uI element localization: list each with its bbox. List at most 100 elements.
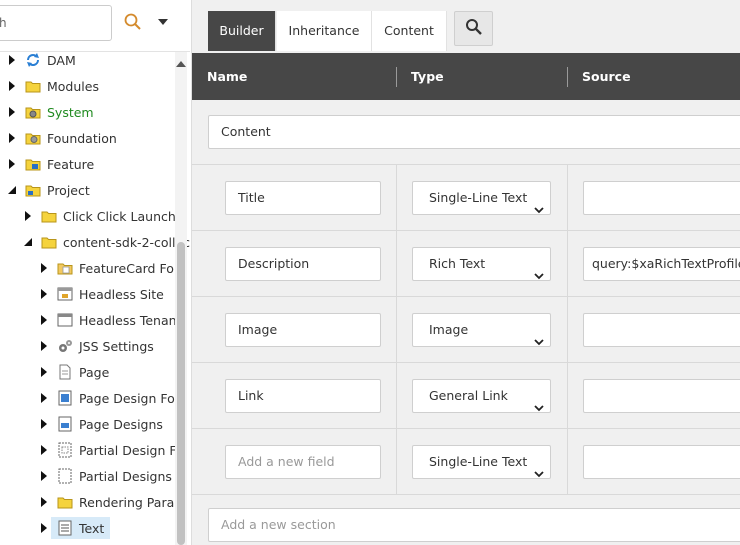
tree-item-rendering-param[interactable]: Rendering Param bbox=[37, 490, 190, 514]
tree-item-page-designs[interactable]: Page Designs bbox=[37, 412, 169, 436]
field-row: Image Image bbox=[192, 296, 740, 363]
tree-item-body[interactable]: Page Design Fold bbox=[51, 387, 190, 409]
collapsed-arrow-icon[interactable] bbox=[5, 100, 19, 124]
tree-item-body[interactable]: FeatureCard Fold bbox=[51, 257, 190, 279]
expanded-arrow-icon[interactable] bbox=[5, 178, 19, 202]
tree-item-label: Rendering Param bbox=[79, 494, 187, 510]
field-type-select[interactable]: Rich Text bbox=[412, 247, 551, 281]
tree-item-body[interactable]: Project bbox=[19, 179, 96, 201]
tree-item-project[interactable]: Project bbox=[5, 178, 96, 202]
tree-item-partial-designs[interactable]: Partial Designs bbox=[37, 464, 178, 488]
tree-item-body[interactable]: Click Click Launch bbox=[35, 205, 182, 227]
folder-icon bbox=[41, 208, 57, 224]
field-source-input[interactable]: query:$xaRichTextProfile bbox=[583, 247, 740, 281]
collapsed-arrow-icon[interactable] bbox=[37, 282, 51, 306]
field-source-input[interactable] bbox=[583, 313, 740, 347]
tree-item-body[interactable]: Foundation bbox=[19, 127, 123, 149]
tree-item-content-sdk-2-collec[interactable]: content-sdk-2-collec bbox=[21, 230, 190, 254]
tree-item-page[interactable]: Page bbox=[37, 360, 115, 384]
tree-item-headless-site[interactable]: Headless Site bbox=[37, 282, 170, 306]
collapsed-arrow-icon[interactable] bbox=[5, 52, 19, 72]
field-row: Description Rich Text query:$xaRichTextPro… bbox=[192, 230, 740, 297]
tree-item-body[interactable]: System bbox=[19, 101, 100, 123]
expanded-arrow-icon[interactable] bbox=[21, 230, 35, 254]
collapsed-arrow-icon[interactable] bbox=[37, 256, 51, 280]
tree-item-body[interactable]: DAM bbox=[19, 52, 82, 71]
collapsed-arrow-icon[interactable] bbox=[37, 464, 51, 488]
search-icon[interactable] bbox=[123, 12, 143, 32]
collapsed-arrow-icon[interactable] bbox=[37, 490, 51, 514]
tree-item-jss-settings[interactable]: JSS Settings bbox=[37, 334, 160, 358]
collapsed-arrow-icon[interactable] bbox=[37, 386, 51, 410]
tree-item-body[interactable]: Modules bbox=[19, 75, 105, 97]
collapsed-arrow-icon[interactable] bbox=[37, 516, 51, 540]
tree-item-body[interactable]: content-sdk-2-collec bbox=[35, 231, 190, 253]
gears-icon bbox=[57, 338, 73, 354]
tree-item-partial-design-fol[interactable]: Partial Design Fol bbox=[37, 438, 190, 462]
tree-item-body[interactable]: Text bbox=[51, 517, 111, 539]
field-type-select[interactable]: Single-Line Text bbox=[412, 445, 551, 479]
search-options-dropdown-icon[interactable] bbox=[157, 16, 169, 26]
scrollbar-thumb[interactable] bbox=[177, 242, 185, 545]
field-source-input[interactable] bbox=[583, 379, 740, 413]
collapsed-arrow-icon[interactable] bbox=[37, 412, 51, 436]
tree-search-input[interactable]: h bbox=[0, 5, 112, 41]
field-name-input[interactable]: Link bbox=[225, 379, 381, 413]
field-name-input[interactable]: Title bbox=[225, 181, 381, 215]
tree-item-body[interactable]: Headless Tenant bbox=[51, 309, 187, 331]
tree-item-foundation[interactable]: Foundation bbox=[5, 126, 123, 150]
editor-search-button[interactable] bbox=[454, 11, 493, 46]
tree-search-bar: h bbox=[0, 0, 190, 52]
collapsed-arrow-icon[interactable] bbox=[5, 126, 19, 150]
tree-item-body[interactable]: JSS Settings bbox=[51, 335, 160, 357]
add-new-section-input[interactable]: Add a new section bbox=[208, 508, 740, 542]
partial-design-folder-icon bbox=[57, 442, 73, 458]
chevron-down-icon bbox=[534, 326, 544, 346]
field-name-input[interactable]: Description bbox=[225, 247, 381, 281]
tree-item-system[interactable]: System bbox=[5, 100, 100, 124]
tree-item-body[interactable]: Page Designs bbox=[51, 413, 169, 435]
tree-item-body[interactable]: Partial Designs bbox=[51, 465, 178, 487]
tab-builder[interactable]: Builder bbox=[208, 11, 276, 51]
page-designs-icon bbox=[57, 416, 73, 432]
field-type-select[interactable]: Image bbox=[412, 313, 551, 347]
tree-scrollbar[interactable] bbox=[175, 52, 187, 545]
collapsed-arrow-icon[interactable] bbox=[37, 360, 51, 384]
tree-item-click-click-launch[interactable]: Click Click Launch bbox=[21, 204, 182, 228]
field-type-select[interactable]: Single-Line Text bbox=[412, 181, 551, 215]
field-source-input[interactable] bbox=[583, 181, 740, 215]
tree-item-body[interactable]: Rendering Param bbox=[51, 491, 190, 513]
tree-item-body[interactable]: Feature bbox=[19, 153, 100, 175]
collapsed-arrow-icon[interactable] bbox=[21, 204, 35, 228]
tree-item-featurecard-fold[interactable]: FeatureCard Fold bbox=[37, 256, 190, 280]
collapsed-arrow-icon[interactable] bbox=[37, 438, 51, 462]
tree-scroll-area: DAM Modules System Foundation Feature Project… bbox=[0, 52, 190, 545]
collapsed-arrow-icon[interactable] bbox=[5, 74, 19, 98]
search-icon bbox=[465, 18, 483, 39]
tab-content[interactable]: Content bbox=[372, 11, 447, 51]
tree-item-headless-tenant[interactable]: Headless Tenant bbox=[37, 308, 187, 332]
add-new-field-input[interactable]: Add a new field bbox=[225, 445, 381, 479]
tree-item-body[interactable]: Partial Design Fol bbox=[51, 439, 190, 461]
tree-item-body[interactable]: Headless Site bbox=[51, 283, 170, 305]
tree-item-dam[interactable]: DAM bbox=[5, 52, 82, 72]
collapsed-arrow-icon[interactable] bbox=[5, 152, 19, 176]
scroll-up-arrow-icon[interactable] bbox=[176, 57, 186, 67]
section-name-input[interactable]: Content bbox=[208, 115, 740, 149]
field-source-input[interactable] bbox=[583, 445, 740, 479]
tree-item-modules[interactable]: Modules bbox=[5, 74, 105, 98]
dam-sync-icon bbox=[25, 52, 41, 68]
tree-item-feature[interactable]: Feature bbox=[5, 152, 100, 176]
tree-item-label: Partial Designs bbox=[79, 468, 172, 484]
collapsed-arrow-icon[interactable] bbox=[37, 308, 51, 332]
field-type-value: Single-Line Text bbox=[429, 454, 528, 469]
field-name-input[interactable]: Image bbox=[225, 313, 381, 347]
field-type-select[interactable]: General Link bbox=[412, 379, 551, 413]
tree-item-body[interactable]: Page bbox=[51, 361, 115, 383]
template-folder-icon bbox=[57, 260, 73, 276]
tree-item-text[interactable]: Text bbox=[37, 516, 111, 540]
collapsed-arrow-icon[interactable] bbox=[37, 334, 51, 358]
tree-item-label: Feature bbox=[47, 156, 95, 172]
tab-inheritance[interactable]: Inheritance bbox=[277, 11, 372, 51]
tree-item-page-design-fold[interactable]: Page Design Fold bbox=[37, 386, 190, 410]
